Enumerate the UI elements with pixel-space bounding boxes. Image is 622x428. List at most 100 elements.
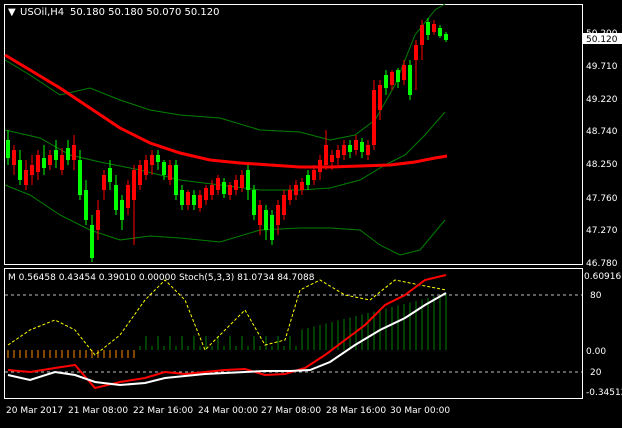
- time-label-3: 24 Mar 00:00: [198, 406, 258, 416]
- candle-body: [426, 22, 430, 35]
- price-tick-7: 46.780: [586, 259, 618, 269]
- chart-canvas[interactable]: ▼ USOil,H4 50.180 50.180 50.070 50.120 5…: [0, 0, 622, 424]
- candle: [288, 185, 292, 205]
- candle: [264, 205, 268, 240]
- candle-body: [336, 150, 340, 158]
- candle-body: [156, 155, 160, 162]
- candle-body: [72, 145, 76, 160]
- candle: [234, 175, 238, 195]
- candle: [54, 140, 58, 168]
- candle-body: [228, 185, 232, 195]
- candle-body: [348, 145, 352, 152]
- candle-body: [48, 155, 52, 165]
- candle: [294, 180, 298, 200]
- candle-body: [174, 165, 178, 195]
- candle: [36, 150, 40, 180]
- osc-tick-min: -0.34512: [586, 388, 622, 398]
- candle-body: [54, 150, 58, 160]
- symbol-menu-icon[interactable]: ▼: [8, 7, 16, 18]
- oscillator-pane-border: [4, 268, 583, 399]
- candle-body: [384, 75, 388, 88]
- candle: [402, 60, 406, 85]
- candle: [360, 138, 364, 158]
- candle: [114, 175, 118, 215]
- candle-body: [300, 182, 304, 190]
- candle: [48, 150, 52, 170]
- candle-body: [360, 142, 364, 152]
- candle: [282, 190, 286, 220]
- candle: [204, 185, 208, 205]
- candle-body: [150, 155, 154, 165]
- candle: [156, 150, 160, 170]
- candle-body: [126, 185, 130, 208]
- candle-body: [420, 25, 424, 45]
- candle: [444, 32, 448, 42]
- candle-body: [372, 90, 376, 145]
- candle-body: [96, 210, 100, 230]
- price-tick-1: 49.710: [586, 62, 618, 72]
- candle-body: [36, 155, 40, 172]
- candle-body: [258, 205, 262, 225]
- candle-body: [108, 168, 112, 182]
- candle-body: [102, 175, 106, 190]
- candle-body: [18, 160, 22, 180]
- candle-body: [234, 180, 238, 190]
- candle-body: [270, 215, 274, 240]
- price-pane[interactable]: ▼ USOil,H4 50.180 50.180 50.070 50.120: [4, 3, 583, 265]
- candle-body: [12, 150, 16, 165]
- candle-body: [78, 160, 82, 195]
- price-scale[interactable]: 50.200 49.710 49.220 48.740 48.250 47.76…: [583, 29, 622, 269]
- candle-body: [138, 165, 142, 185]
- candle-body: [354, 140, 358, 150]
- chart-window[interactable]: ▼ USOil,H4 50.180 50.180 50.070 50.120 5…: [0, 0, 622, 424]
- osc-tick-80: 80: [590, 291, 602, 301]
- candle-body: [402, 65, 406, 80]
- candle-body: [444, 34, 448, 40]
- oscillator-pane[interactable]: M 0.56458 0.43454 0.39010 0.00000 Stoch(…: [4, 268, 583, 399]
- candle: [354, 135, 358, 155]
- candle-body: [114, 185, 118, 210]
- candle-body: [144, 160, 148, 175]
- osc-tick-zero: 0.00: [586, 347, 606, 357]
- candle-body: [246, 170, 250, 190]
- candle-body: [306, 175, 310, 185]
- ohlc-readout: 50.180 50.180 50.070 50.120: [70, 7, 220, 18]
- candle: [192, 190, 196, 210]
- candle-body: [162, 162, 166, 175]
- candle-body: [288, 190, 292, 200]
- candle: [366, 140, 370, 160]
- candle-body: [120, 200, 124, 220]
- candle-body: [366, 145, 370, 155]
- symbol-header[interactable]: ▼ USOil,H4 50.180 50.180 50.070 50.120: [8, 7, 220, 18]
- time-label-2: 22 Mar 16:00: [133, 406, 193, 416]
- candle-body: [198, 195, 202, 208]
- candle: [126, 180, 130, 215]
- candle: [60, 148, 64, 175]
- candle: [438, 25, 442, 38]
- candle: [66, 140, 70, 165]
- candle-body: [132, 170, 136, 200]
- candle: [30, 155, 34, 185]
- candle: [348, 140, 352, 158]
- candle: [318, 155, 322, 180]
- symbol-label: USOil,H4: [20, 7, 64, 18]
- candle: [162, 160, 166, 180]
- candle: [246, 165, 250, 200]
- candle-body: [168, 165, 172, 180]
- candlesticks: [6, 18, 448, 262]
- candle-body: [408, 65, 412, 95]
- candle-body: [438, 28, 442, 36]
- oscillator-scale[interactable]: 0.60916 80 0.00 20 -0.34512: [584, 272, 622, 398]
- candle: [72, 135, 76, 170]
- candle: [222, 178, 226, 198]
- candle: [276, 200, 280, 235]
- candle: [336, 145, 340, 165]
- candle-body: [294, 185, 298, 195]
- candle: [144, 155, 148, 180]
- candle-body: [60, 155, 64, 170]
- candle: [120, 195, 124, 230]
- time-axis[interactable]: 20 Mar 2017 21 Mar 08:00 22 Mar 16:00 24…: [6, 406, 450, 416]
- candle: [186, 190, 190, 210]
- candle-body: [84, 190, 88, 220]
- time-label-1: 21 Mar 08:00: [68, 406, 128, 416]
